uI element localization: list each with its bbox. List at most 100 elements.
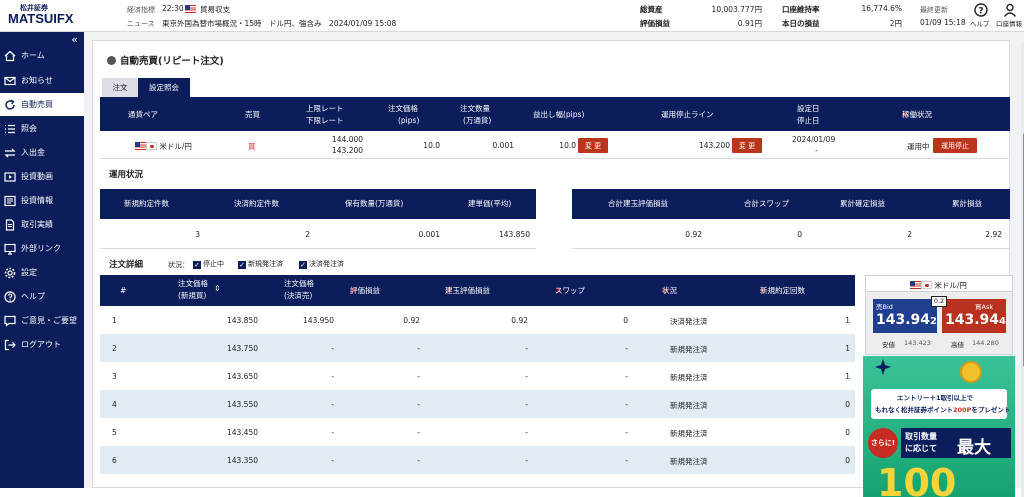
table-row[interactable]: 5 143.450 - - - - 新規発注済 0 — [100, 418, 855, 446]
table-row[interactable]: 4 143.550 - - - - 新規発注済 0 — [100, 390, 855, 418]
cell-settle: - — [331, 428, 334, 437]
help-button[interactable]: ? ヘルプ — [970, 2, 992, 30]
matsui-fx-logo[interactable]: 松井証券 MATSUIFX — [6, 2, 80, 30]
help-label: ヘルプ — [970, 20, 990, 28]
change-stop-line-button[interactable]: 変 更 — [732, 138, 762, 153]
news-headline[interactable]: 東京外国為替市場概況・15時 ドル円、強含み 2024/01/09 15:08 — [162, 18, 396, 29]
total-swap-header: 合計スワップ — [744, 199, 789, 208]
filter-label: 状況： — [168, 261, 189, 269]
filter-new-ordered[interactable]: ✓ 新規発注済 — [238, 259, 283, 269]
table-row[interactable]: 1 143.850 143.950 0.92 0.92 0 決済発注済 1 — [100, 306, 855, 334]
total-swap: 0 — [797, 230, 802, 239]
cell-status: 新規発注済 — [670, 429, 708, 438]
table-row[interactable]: 3 143.650 - - - - 新規発注済 1 — [100, 362, 855, 390]
cell-eval: 0.92 — [403, 316, 420, 325]
low-value: 143.423 — [904, 339, 931, 347]
table-row[interactable]: 2 143.750 - - - - 新規発注済 1 — [100, 334, 855, 362]
sidebar-item-gear[interactable]: 設定 — [0, 261, 84, 284]
sidebar-item-label: お知らせ — [21, 76, 53, 85]
account-label: 口座情報 — [996, 20, 1022, 28]
cell-settle: - — [331, 400, 334, 409]
cell-n: 4 — [112, 400, 117, 409]
account-button[interactable]: 口座情報 — [996, 2, 1024, 30]
order-pips: 10.0 — [423, 141, 440, 150]
cell-pos: - — [525, 344, 528, 353]
tab-settings-inquiry[interactable]: 設定照会 — [138, 78, 190, 97]
col-new-price[interactable]: 注文価格 — [178, 279, 208, 289]
us-flag-icon — [185, 5, 196, 14]
cell-status: 新規発注済 — [670, 401, 708, 410]
change-profit-button[interactable]: 変 更 — [578, 138, 608, 153]
sidebar-item-video[interactable]: 投資動画 — [0, 165, 84, 188]
col-settle-price: 注文価格 — [284, 279, 314, 288]
sidebar-item-home[interactable]: ホーム — [0, 44, 84, 67]
operation-status: 運用中 — [907, 142, 930, 151]
cell-new: 143.450 — [226, 428, 258, 437]
cell-new: 143.850 — [226, 316, 258, 325]
cell-new: 143.650 — [226, 372, 258, 381]
cell-count: 1 — [845, 344, 850, 353]
holding-qty: 0.001 — [418, 230, 440, 239]
sidebar-item-logout[interactable]: ログアウト — [0, 333, 84, 356]
news-label: ニュース — [127, 20, 155, 28]
sidebar-item-list[interactable]: 照会 — [0, 117, 84, 140]
sidebar: « ホーム お知らせ 自動売買 照会 入出金 投資動画 投資情報 取引実績 外部リンク 設定 ヘルプ… — [0, 32, 84, 488]
sort-icon[interactable]: ⇕ — [214, 284, 221, 294]
today-pl-label: 本日の損益 — [782, 19, 820, 28]
order-details-table: # 注文価格 (新規買) ⇕ 注文価格 (決済売) ① 評価損益 ② 建玉評価損… — [100, 275, 855, 489]
monitor-icon — [4, 243, 16, 255]
table-row[interactable]: 6 143.350 - - - - 新規発注済 0 — [100, 446, 855, 474]
help-icon — [4, 290, 16, 303]
sidebar-item-help[interactable]: ヘルプ — [0, 285, 84, 308]
sidebar-item-label: ヘルプ — [21, 292, 45, 301]
last-update-value: 01/09 15:18 — [920, 18, 966, 27]
profit-width: 10.0 — [559, 141, 576, 150]
sidebar-item-comment[interactable]: ご意見・ご要望 — [0, 309, 84, 332]
video-icon — [4, 171, 16, 183]
avg-price-header: 建単価(平均) — [468, 199, 512, 208]
news-icon — [4, 195, 16, 207]
order-row[interactable]: 米ドル/円 買 144.000 143.200 10.0 0.001 10.0 … — [100, 131, 1010, 159]
order-table-header: 通貨ペア 売買 上限レート 下限レート 注文価格 (pips) 注文数量 (万通… — [100, 99, 1010, 131]
spread-badge: 0.2 — [931, 296, 947, 307]
econ-name[interactable]: 貿易収支 — [200, 4, 230, 15]
margin-rate-label: 口座維持率 — [782, 5, 820, 14]
bid-price: 143.942 — [876, 312, 937, 328]
filter-settle-ordered[interactable]: ✓ 決済発注済 — [299, 259, 344, 269]
col-qty-unit: (万通貨) — [463, 116, 492, 125]
tab-order[interactable]: 注文 — [102, 78, 138, 97]
promo-big1: 取引数量 — [905, 432, 937, 441]
promo-line1: エントリー＋1取引以上で — [897, 394, 974, 402]
cell-settle: - — [331, 344, 334, 353]
cell-swap: - — [625, 456, 628, 465]
sidebar-item-transfer[interactable]: 入出金 — [0, 141, 84, 164]
sidebar-item-label: 投資情報 — [21, 196, 53, 205]
gear-icon — [4, 267, 16, 279]
operation-left-header: 新規約定件数 決済約定件数 保有数量(万通貨) 建単価(平均) — [100, 189, 536, 219]
bid-box[interactable]: 売Bid 143.942 — [873, 299, 937, 333]
operation-right-values: 0.92 0 2 2.92 — [572, 219, 1010, 249]
sidebar-item-mail[interactable]: お知らせ — [0, 69, 84, 92]
cum-realized-header: 累計確定損益 — [840, 199, 885, 208]
set-date: 2024/01/09 — [792, 135, 836, 144]
filter-stopped[interactable]: ✓ 停止中 — [193, 259, 224, 269]
transfer-icon — [4, 147, 16, 159]
promo-banner[interactable]: エントリー＋1取引以上で もれなく松井証券ポイント200Pをプレゼント さらに!… — [863, 356, 1015, 497]
stop-operation-button[interactable]: 運用停止 — [933, 138, 977, 153]
cell-pos: - — [525, 456, 528, 465]
total-pos-eval-header: 合計建玉評価損益 — [608, 199, 668, 208]
sidebar-item-document[interactable]: 取引実績 — [0, 213, 84, 236]
sidebar-item-refresh[interactable]: 自動売買 — [0, 93, 84, 116]
cell-n: 5 — [112, 428, 117, 437]
list-icon — [4, 123, 16, 135]
ask-box[interactable]: 買Ask 143.944 — [942, 299, 1006, 333]
rate-widget[interactable]: 米ドル/円 売Bid 143.942 0.2 買Ask 143.944 安値 1… — [865, 275, 1013, 355]
sidebar-item-label: 照会 — [21, 124, 37, 133]
sidebar-item-monitor[interactable]: 外部リンク — [0, 237, 84, 260]
sidebar-item-label: 取引実績 — [21, 220, 53, 229]
document-icon — [4, 218, 16, 231]
cell-n: 2 — [112, 344, 117, 353]
operation-status-title: 運用状況 — [109, 170, 144, 180]
sidebar-item-news[interactable]: 投資情報 — [0, 189, 84, 212]
cell-count: 0 — [845, 456, 850, 465]
